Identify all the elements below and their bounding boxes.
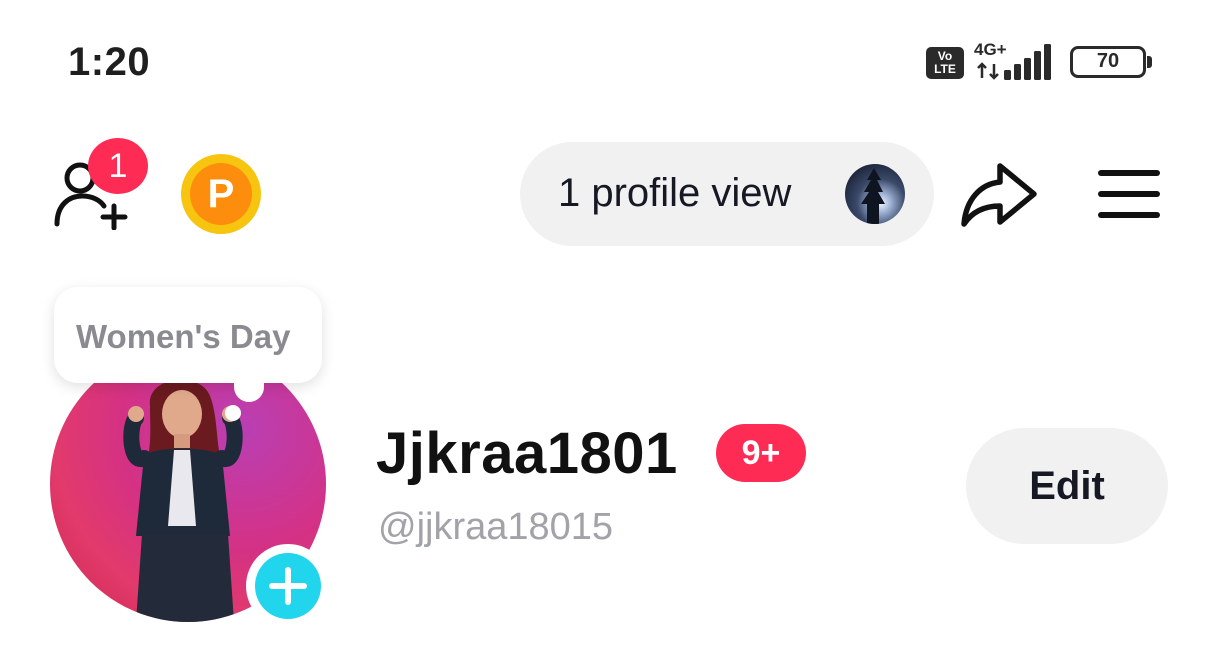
battery-percent: 70 xyxy=(1096,50,1120,72)
menu-icon[interactable] xyxy=(1096,168,1162,220)
status-bubble[interactable]: Women's Day xyxy=(54,287,322,383)
status-time: 1:20 xyxy=(68,40,151,84)
network-arrows-icon xyxy=(977,62,999,80)
user-handle: @jjkraa18015 xyxy=(378,506,614,548)
coin-label: P xyxy=(190,163,252,225)
add-avatar-button[interactable] xyxy=(246,544,330,628)
network-type: 4G+ xyxy=(974,40,1007,59)
share-icon[interactable] xyxy=(960,160,1038,230)
edit-button[interactable]: Edit xyxy=(966,428,1168,544)
profile-screen: 1:20 Vo LTE 4G+ 70 1 P 1 profile view Wo… xyxy=(0,0,1220,651)
status-bubble-text: Women's Day xyxy=(76,318,291,355)
username: Jjkraa1801 xyxy=(376,421,678,486)
friend-requests-badge: 1 xyxy=(88,138,148,194)
battery-nub xyxy=(1147,56,1152,68)
coin-icon[interactable]: P xyxy=(181,154,261,234)
viewer-avatar xyxy=(845,164,905,224)
plus-icon xyxy=(255,553,321,619)
volte-bottom-label: LTE xyxy=(934,62,956,76)
volte-icon: Vo LTE xyxy=(926,47,964,79)
battery-icon: 70 xyxy=(1070,46,1146,78)
profile-views-button[interactable]: 1 profile view xyxy=(520,142,934,246)
notification-badge[interactable]: 9+ xyxy=(716,424,806,482)
signal-icon xyxy=(1004,44,1051,80)
profile-views-label: 1 profile view xyxy=(558,171,792,215)
bubble-tail-dot xyxy=(225,405,241,421)
